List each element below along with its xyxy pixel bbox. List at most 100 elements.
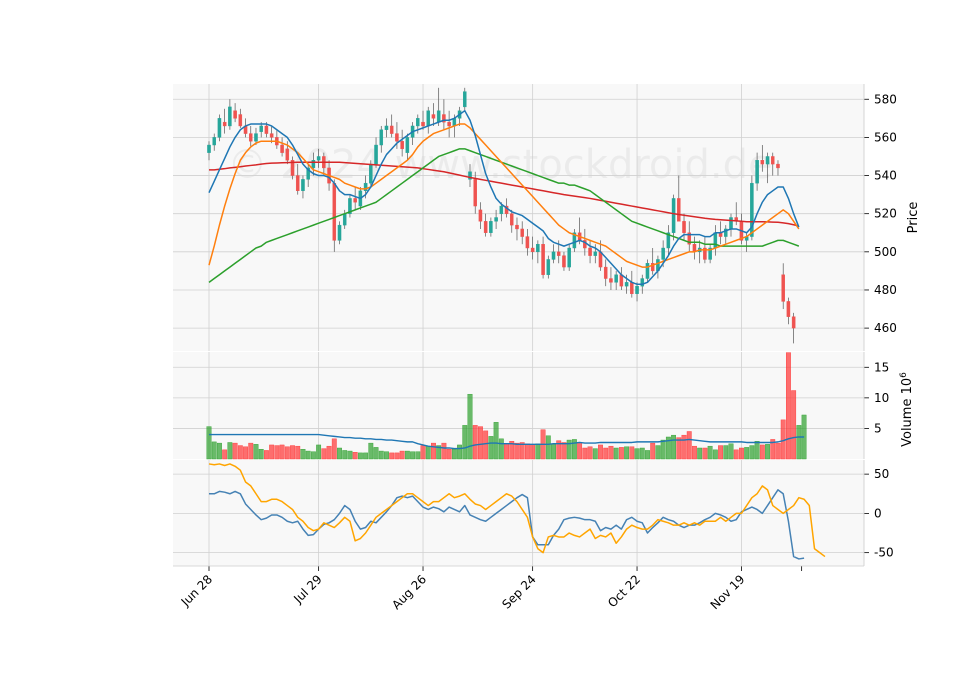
candle-body — [207, 144, 211, 153]
price-tick-label: 520 — [874, 207, 897, 221]
candle-body — [786, 301, 791, 317]
candle-body — [395, 133, 399, 142]
volume-bar — [326, 445, 332, 460]
candle-body — [228, 106, 232, 127]
candle-body — [567, 247, 571, 268]
volume-bar — [660, 439, 666, 460]
candle-body — [463, 91, 467, 108]
candle-body — [603, 266, 608, 279]
candle-body — [217, 118, 222, 138]
candle-body — [635, 285, 639, 294]
volume-bar — [420, 445, 426, 460]
volume-bar — [378, 450, 384, 460]
volume-bar — [655, 445, 661, 460]
volume-bar — [389, 452, 395, 460]
candle-body — [259, 125, 263, 132]
volume-bar — [723, 445, 729, 460]
candle-body — [630, 282, 634, 294]
volume-bar — [357, 452, 363, 460]
price-tick-label: 580 — [874, 92, 897, 106]
volume-bar — [634, 448, 640, 460]
volume-bar — [613, 447, 619, 460]
volume-bar — [603, 447, 609, 460]
candle-body — [353, 198, 357, 203]
volume-bar — [744, 447, 750, 460]
volume-bar — [592, 448, 598, 460]
candle-body — [436, 110, 441, 123]
x-tick-label: Sep 24 — [499, 572, 538, 611]
candle-body — [770, 156, 775, 165]
candle-body — [311, 160, 316, 169]
candle-body — [713, 232, 718, 249]
price-panel — [173, 84, 864, 351]
candle-body — [765, 156, 770, 165]
volume-bar — [269, 444, 275, 460]
volume-tick-label: 15 — [874, 360, 889, 374]
volume-bar — [598, 444, 603, 460]
volume-bar — [274, 445, 280, 460]
volume-bar — [671, 434, 676, 460]
volume-bar — [650, 442, 656, 460]
candle-body — [478, 209, 483, 222]
x-tick-label: Jul 29 — [290, 572, 324, 606]
candle-body — [285, 148, 290, 161]
volume-bar — [347, 450, 353, 460]
volume-bar — [373, 447, 379, 460]
candle-body — [515, 224, 519, 230]
oscillator-tick-label: -50 — [874, 546, 894, 560]
volume-bar — [441, 442, 447, 460]
candle-body — [426, 110, 431, 127]
candle-body — [682, 221, 686, 233]
volume-bar — [425, 445, 431, 460]
candle-body — [541, 243, 545, 275]
candle-body — [661, 247, 665, 260]
candle-body — [489, 221, 493, 233]
price-tick-label: 460 — [874, 321, 897, 335]
candle-body — [562, 255, 566, 268]
volume-bar — [368, 442, 374, 460]
volume-bar — [300, 449, 306, 460]
volume-bar — [587, 446, 593, 460]
candle-body — [677, 198, 681, 222]
volume-bar — [451, 449, 457, 460]
volume-bar — [775, 442, 781, 460]
candle-body — [671, 198, 676, 233]
candle-body — [483, 221, 488, 233]
candle-body — [416, 118, 420, 127]
volume-bar — [692, 445, 697, 460]
volume-bar — [462, 425, 468, 460]
volume-bar — [217, 442, 222, 460]
candle-body — [755, 160, 759, 184]
volume-bar — [410, 451, 415, 460]
volume-bar — [342, 450, 348, 460]
x-tick-label: Aug 26 — [389, 572, 429, 612]
volume-bar — [222, 449, 228, 460]
oscillator-tick-label: 50 — [874, 467, 889, 481]
volume-bar — [467, 393, 473, 460]
volume-bar — [337, 447, 342, 460]
chart-svg: © 2024 www.stockdroid.de Jun 28 Jul 29 Aug… — [173, 84, 921, 612]
volume-bar — [525, 443, 530, 460]
volume-bar — [321, 448, 327, 460]
price-tick-label: 500 — [874, 245, 897, 259]
volume-bar — [624, 446, 630, 460]
volume-bar — [483, 430, 489, 460]
candle-body — [729, 217, 733, 230]
volume-bar — [759, 444, 765, 460]
volume-bar — [796, 425, 802, 460]
volume-bar — [749, 445, 755, 460]
price-tick-label: 560 — [874, 130, 897, 144]
candle-body — [781, 274, 785, 302]
volume-bar — [712, 449, 718, 460]
candle-body — [530, 247, 535, 253]
candle-body — [791, 316, 796, 329]
volume-bar — [264, 450, 269, 460]
volume-bar — [530, 444, 536, 460]
volume-bar — [681, 434, 687, 460]
volume-bar — [488, 436, 494, 460]
volume-bar — [493, 422, 499, 460]
volume-bar — [551, 444, 556, 460]
candle-body — [645, 263, 650, 279]
candle-body — [421, 121, 425, 127]
candle-body — [342, 213, 347, 226]
